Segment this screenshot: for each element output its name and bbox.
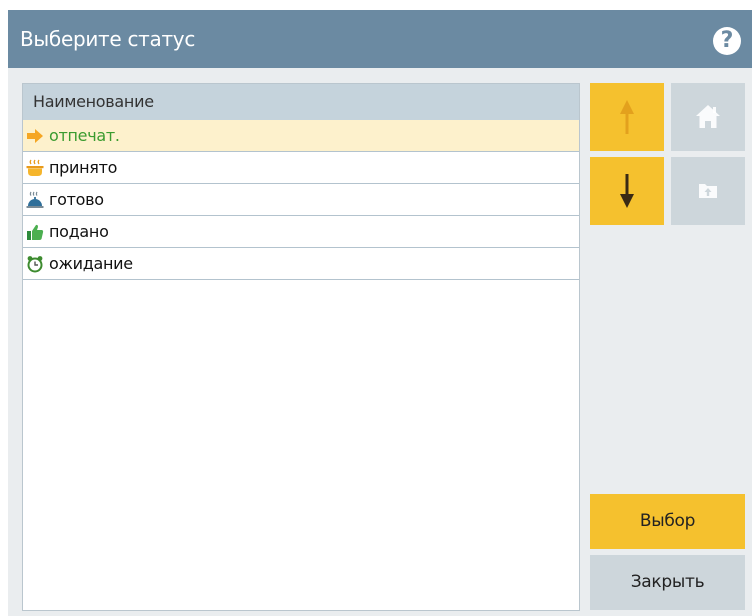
folder-up-button[interactable] <box>671 157 745 225</box>
status-list: Наименование отпечат. принято готово под… <box>22 83 580 611</box>
arrow-down-icon <box>620 174 634 208</box>
status-dialog: Выберите статус ? Наименование отпечат. … <box>8 10 752 616</box>
home-button[interactable] <box>671 83 745 151</box>
thumbs-up-icon <box>27 224 44 240</box>
list-item-printed[interactable]: отпечат. <box>23 120 579 152</box>
list-item-label: отпечат. <box>49 126 120 145</box>
dialog-title: Выберите статус <box>20 27 196 51</box>
question-circle-icon[interactable]: ? <box>713 27 741 55</box>
close-button[interactable]: Закрыть <box>590 555 745 610</box>
folder-up-icon <box>699 184 717 198</box>
arrow-up-icon <box>620 100 634 134</box>
list-item-label: принято <box>49 158 118 177</box>
select-button[interactable]: Выбор <box>590 494 745 549</box>
move-down-button[interactable] <box>590 157 664 225</box>
alarm-clock-icon <box>27 256 43 273</box>
home-icon <box>696 105 720 128</box>
dialog-titlebar: Выберите статус ? <box>8 10 752 68</box>
column-header[interactable]: Наименование <box>23 84 579 120</box>
list-item-served[interactable]: подано <box>23 216 579 248</box>
serving-cloche-icon <box>26 191 44 208</box>
list-item-waiting[interactable]: ожидание <box>23 248 579 280</box>
list-item-accepted[interactable]: принято <box>23 152 579 184</box>
hot-pot-icon <box>26 159 44 176</box>
list-item-label: подано <box>49 222 109 241</box>
arrow-right-icon <box>27 129 43 143</box>
list-item-label: готово <box>49 190 104 209</box>
list-item-ready[interactable]: готово <box>23 184 579 216</box>
list-item-label: ожидание <box>49 254 133 273</box>
move-up-button[interactable] <box>590 83 664 151</box>
